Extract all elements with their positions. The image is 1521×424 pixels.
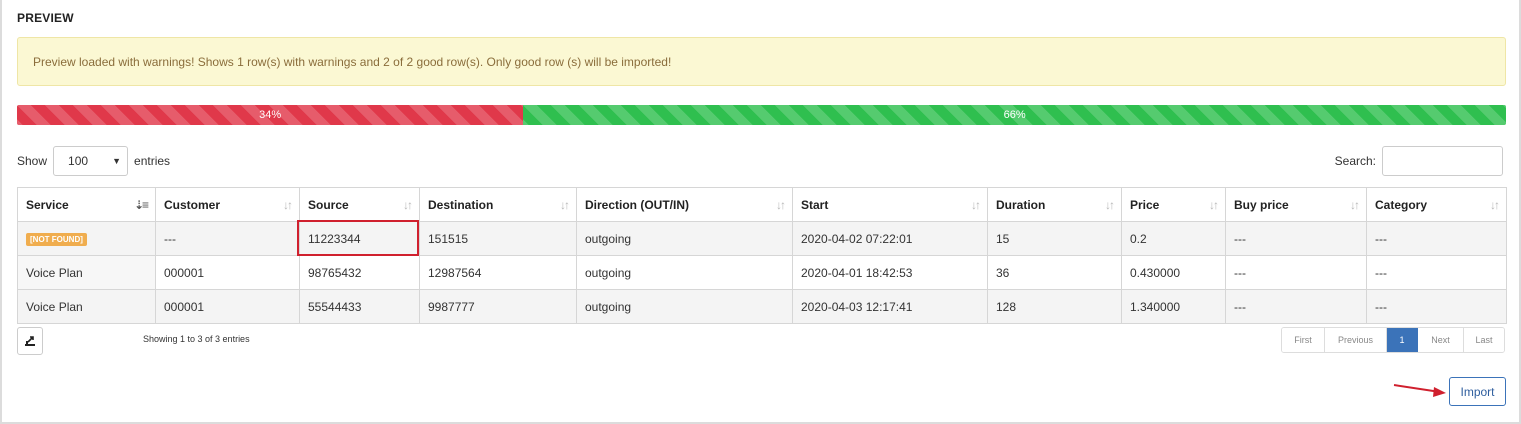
pager-first[interactable]: First [1282, 328, 1325, 352]
table-row: Voice Plan 000001 98765432 12987564 outg… [17, 255, 1507, 290]
column-header-service[interactable]: Service ⇣≡ [17, 187, 156, 222]
export-icon [25, 336, 35, 346]
column-header-destination[interactable]: Destination ↓↑ [419, 187, 577, 222]
pager-next[interactable]: Next [1418, 328, 1464, 352]
column-header-source[interactable]: Source ↓↑ [299, 187, 420, 222]
cell-source: 98765432 [299, 255, 420, 290]
alert-message: Preview loaded with warnings! Shows 1 ro… [33, 54, 672, 69]
sort-icon: ↓↑ [283, 197, 293, 212]
cell-duration: 128 [987, 289, 1122, 324]
cell-category: --- [1366, 255, 1507, 290]
arrow-annotation-icon [1393, 384, 1446, 397]
entries-select-value: 100 [68, 154, 89, 168]
sort-icon: ↓↑ [971, 197, 981, 212]
column-header-label: Direction (OUT/IN) [585, 197, 689, 212]
cell-buy-price: --- [1225, 255, 1367, 290]
column-header-label: Category [1375, 197, 1428, 212]
progress-warnings-label: 34% [259, 109, 282, 121]
show-label: Show [17, 154, 48, 168]
search-label: Search: [1334, 154, 1376, 168]
pagination: First Previous 1 Next Last [1281, 327, 1505, 353]
column-header-category[interactable]: Category ↓↑ [1366, 187, 1507, 222]
column-header-label: Duration [996, 197, 1046, 212]
progress-bar-good: 66% [523, 105, 1506, 125]
column-header-label: Customer [164, 197, 221, 212]
cell-price: 0.430000 [1121, 255, 1226, 290]
pager-last[interactable]: Last [1464, 328, 1504, 352]
cell-start: 2020-04-03 12:17:41 [792, 289, 988, 324]
cell-duration: 15 [987, 221, 1122, 256]
sort-desc-icon: ⇣≡ [133, 197, 149, 212]
entries-select[interactable]: 100 ▼ [53, 146, 129, 176]
cell-service: Voice Plan [17, 289, 156, 324]
cell-duration: 36 [987, 255, 1122, 290]
cell-source: 55544433 [299, 289, 420, 324]
pager-previous[interactable]: Previous [1325, 328, 1387, 352]
cell-category: --- [1366, 221, 1507, 256]
table-row: Voice Plan 000001 55544433 9987777 outgo… [17, 289, 1507, 324]
import-button[interactable]: Import [1449, 377, 1506, 406]
column-header-label: Price [1130, 197, 1160, 212]
warning-alert: Preview loaded with warnings! Shows 1 ro… [17, 37, 1506, 86]
chevron-down-icon: ▼ [112, 156, 122, 166]
entries-length-control: Show 100 ▼ entries [17, 146, 170, 176]
sort-icon: ↓↑ [1490, 197, 1500, 212]
progress-bar-warnings: 34% [17, 105, 524, 125]
cell-destination: 9987777 [419, 289, 577, 324]
table-header-row: Service ⇣≡ Customer ↓↑ Source ↓↑ Destinatio… [17, 187, 1507, 222]
column-header-price[interactable]: Price ↓↑ [1121, 187, 1226, 222]
cell-price: 0.2 [1121, 221, 1226, 256]
column-header-label: Start [801, 197, 829, 212]
import-progress: 34% 66% [17, 105, 1506, 125]
cell-start: 2020-04-02 07:22:01 [792, 221, 988, 256]
preview-table: Service ⇣≡ Customer ↓↑ Source ↓↑ Destinatio… [17, 187, 1507, 324]
cell-direction: outgoing [576, 289, 793, 324]
column-header-duration[interactable]: Duration ↓↑ [987, 187, 1122, 222]
search-control: Search: [1335, 146, 1503, 176]
cell-destination: 12987564 [419, 255, 577, 290]
cell-start: 2020-04-01 18:42:53 [792, 255, 988, 290]
cell-source: 11223344 [299, 221, 420, 256]
cell-buy-price: --- [1225, 221, 1367, 256]
export-button[interactable] [17, 327, 43, 355]
table-info: Showing 1 to 3 of 3 entries [143, 334, 250, 344]
column-header-buy-price[interactable]: Buy price ↓↑ [1225, 187, 1367, 222]
column-header-label: Source [308, 197, 349, 212]
not-found-badge: [NOT FOUND] [26, 233, 87, 246]
sort-icon: ↓↑ [1209, 197, 1219, 212]
entries-label: entries [134, 154, 171, 168]
section-title: PREVIEW [17, 11, 74, 25]
pager-page-1[interactable]: 1 [1387, 328, 1418, 352]
cell-service: Voice Plan [17, 255, 156, 290]
column-header-label: Buy price [1234, 197, 1289, 212]
column-header-label: Destination [428, 197, 494, 212]
table-row: [NOT FOUND] --- 11223344 151515 outgoing… [17, 221, 1507, 256]
cell-customer: --- [155, 221, 300, 256]
cell-destination: 151515 [419, 221, 577, 256]
column-header-start[interactable]: Start ↓↑ [792, 187, 988, 222]
cell-service: [NOT FOUND] [17, 221, 156, 256]
cell-price: 1.340000 [1121, 289, 1226, 324]
sort-icon: ↓↑ [1105, 197, 1115, 212]
search-input[interactable] [1382, 146, 1503, 176]
cell-direction: outgoing [576, 255, 793, 290]
cell-category: --- [1366, 289, 1507, 324]
column-header-customer[interactable]: Customer ↓↑ [155, 187, 300, 222]
sort-icon: ↓↑ [776, 197, 786, 212]
cell-buy-price: --- [1225, 289, 1367, 324]
sort-icon: ↓↑ [1350, 197, 1360, 212]
column-header-direction[interactable]: Direction (OUT/IN) ↓↑ [576, 187, 793, 222]
column-header-label: Service [26, 197, 69, 212]
cell-direction: outgoing [576, 221, 793, 256]
cell-customer: 000001 [155, 289, 300, 324]
cell-customer: 000001 [155, 255, 300, 290]
progress-good-label: 66% [1003, 109, 1026, 121]
sort-icon: ↓↑ [560, 197, 570, 212]
sort-icon: ↓↑ [403, 197, 413, 212]
